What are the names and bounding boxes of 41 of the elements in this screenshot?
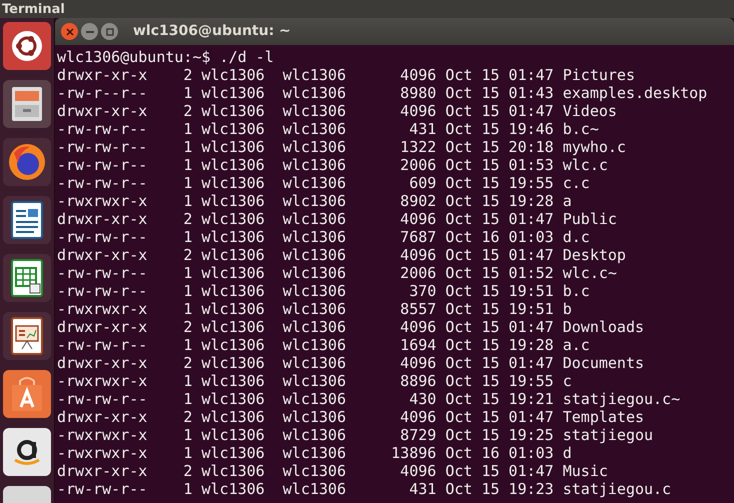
terminal-line: -rw-r--r-- 1 wlc1306 wlc1306 8980 Oct 15 01:43 examples.desktop xyxy=(57,84,708,102)
spreadsheet-icon[interactable] xyxy=(3,254,51,302)
terminal-line: -rw-rw-r-- 1 wlc1306 wlc1306 1694 Oct 15 19:28 a.c xyxy=(57,336,590,354)
terminal-line: -rw-rw-r-- 1 wlc1306 wlc1306 609 Oct 15 19:55 c.c xyxy=(57,174,590,192)
terminal-line: -rwxrwxr-x 1 wlc1306 wlc1306 8729 Oct 15 19:25 statjiegou xyxy=(57,426,654,444)
terminal-line: drwxr-xr-x 2 wlc1306 wlc1306 4096 Oct 15 01:47 Music xyxy=(57,462,608,480)
document-icon[interactable] xyxy=(3,196,51,244)
window-title: wlc1306@ubuntu: ~ xyxy=(133,22,291,41)
close-button[interactable] xyxy=(61,23,78,40)
terminal-line: drwxr-xr-x 2 wlc1306 wlc1306 4096 Oct 15 01:47 Pictures xyxy=(57,66,635,84)
terminal-line: -rw-rw-r-- 1 wlc1306 wlc1306 370 Oct 15 19:51 b.c xyxy=(57,282,590,300)
minimize-button[interactable] xyxy=(81,23,98,40)
app-title: Terminal xyxy=(2,2,65,16)
terminal-line: wlc1306@ubuntu:~$ ./d -l xyxy=(57,48,274,66)
shopping-bag-icon[interactable] xyxy=(3,370,51,418)
close-icon xyxy=(66,28,74,36)
terminal-line: -rw-rw-r-- 1 wlc1306 wlc1306 430 Oct 15 19:21 statjiegou.c~ xyxy=(57,390,680,408)
minimize-icon xyxy=(86,30,94,32)
terminal-line: drwxr-xr-x 2 wlc1306 wlc1306 4096 Oct 15 01:47 Videos xyxy=(57,102,617,120)
terminal-line: -rw-rw-r-- 1 wlc1306 wlc1306 1322 Oct 15 20:18 mywho.c xyxy=(57,138,626,156)
presentation-icon[interactable] xyxy=(3,312,51,360)
file-cabinet-icon[interactable] xyxy=(3,80,51,128)
terminal-line: drwxr-xr-x 2 wlc1306 wlc1306 4096 Oct 15 01:47 Desktop xyxy=(57,246,626,264)
amazon-icon[interactable] xyxy=(3,428,51,476)
terminal-line: drwxr-xr-x 2 wlc1306 wlc1306 4096 Oct 15 01:47 Public xyxy=(57,210,617,228)
terminal-line: -rw-rw-r-- 1 wlc1306 wlc1306 7687 Oct 16 01:03 d.c xyxy=(57,228,590,246)
terminal-line: -rw-rw-r-- 1 wlc1306 wlc1306 431 Oct 15 19:46 b.c~ xyxy=(57,120,599,138)
maximize-icon xyxy=(106,28,114,36)
ubuntu-logo-icon[interactable] xyxy=(3,22,51,70)
terminal-line: -rwxrwxr-x 1 wlc1306 wlc1306 13896 Oct 16 01:03 d xyxy=(57,444,572,462)
terminal-line: drwxr-xr-x 2 wlc1306 wlc1306 4096 Oct 15 01:47 Downloads xyxy=(57,318,644,336)
terminal-line: drwxr-xr-x 2 wlc1306 wlc1306 4096 Oct 15 01:47 Documents xyxy=(57,354,644,372)
maximize-button[interactable] xyxy=(101,23,118,40)
terminal-line: -rwxrwxr-x 1 wlc1306 wlc1306 8557 Oct 15 19:51 b xyxy=(57,300,572,318)
terminal-line: -rw-rw-r-- 1 wlc1306 wlc1306 2006 Oct 15 01:53 wlc.c xyxy=(57,156,608,174)
terminal-line: drwxr-xr-x 2 wlc1306 wlc1306 4096 Oct 15 01:47 Templates xyxy=(57,408,644,426)
terminal-line: -rw-rw-r-- 1 wlc1306 wlc1306 431 Oct 15 19:23 statjiegou.c xyxy=(57,480,672,498)
terminal-line: -rw-rw-r-- 1 wlc1306 wlc1306 2006 Oct 15 01:52 wlc.c~ xyxy=(57,264,617,282)
terminal-line: -rwxrwxr-x 1 wlc1306 wlc1306 8896 Oct 15 19:55 c xyxy=(57,372,572,390)
terminal-line: -rwxrwxr-x 1 wlc1306 wlc1306 8902 Oct 15 19:28 a xyxy=(57,192,572,210)
firefox-icon[interactable] xyxy=(3,138,51,186)
